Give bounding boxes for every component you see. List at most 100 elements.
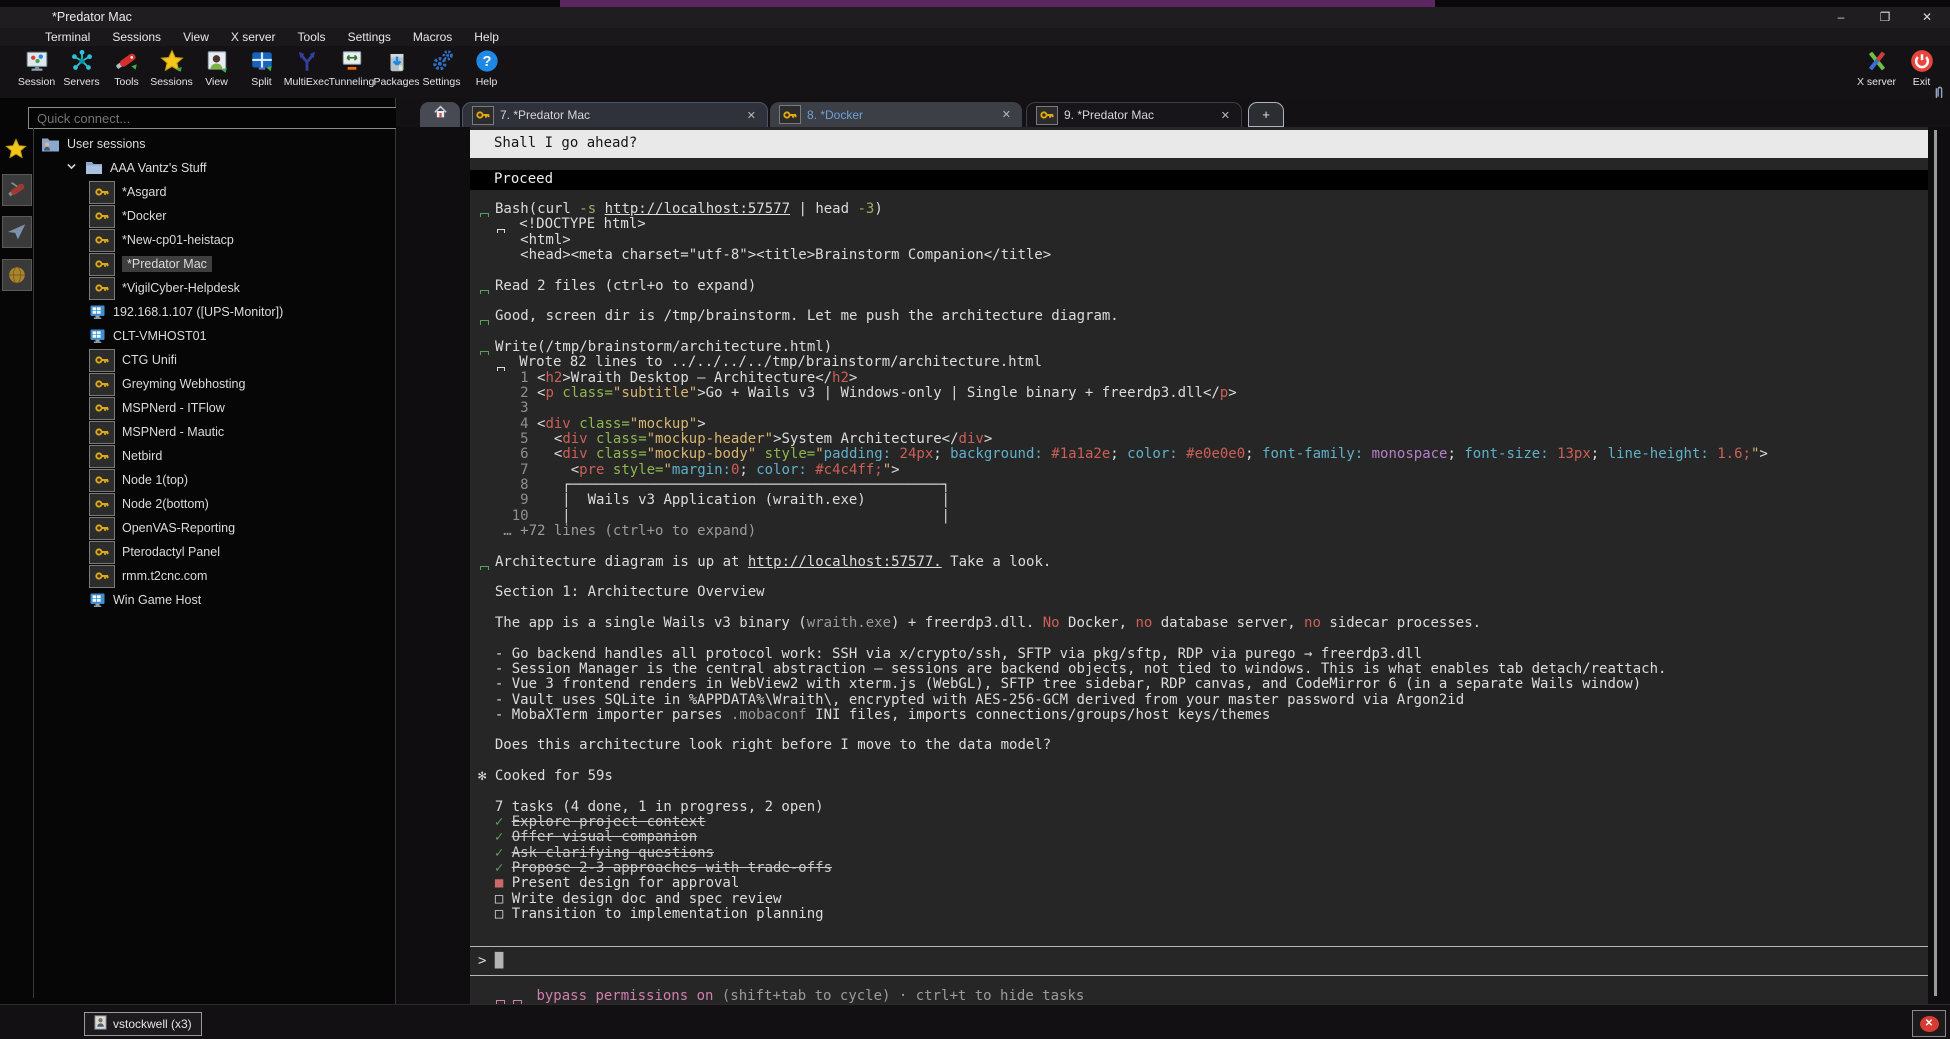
terminal-line: 5 <div class="mockup-header">System Arch… <box>478 432 1926 447</box>
tab-label: 7. *Predator Mac <box>500 108 739 122</box>
tab-7-predator-mac[interactable]: 7. *Predator Mac ✕ <box>462 102 768 127</box>
toolbar-help-button[interactable]: ?Help <box>464 47 509 95</box>
tree-item-clt-vmhost01[interactable]: CLT-VMHOST01 <box>89 324 207 348</box>
toolbar-label: Servers <box>63 76 99 88</box>
tab-new-button[interactable]: + <box>1248 102 1284 127</box>
ssh-key-icon <box>89 493 115 516</box>
tree-item-aaa-vantz-s-stuff[interactable]: AAA Vantz's Stuff <box>65 156 206 180</box>
minimize-button[interactable]: – <box>1820 7 1862 28</box>
tree-item-mspnerd-mautic[interactable]: MSPNerd - Mautic <box>89 420 224 444</box>
permission-question-row: Shall I go ahead? <box>470 130 1928 158</box>
toolbar-tools-button[interactable]: Tools <box>104 47 149 95</box>
close-button[interactable]: ✕ <box>1906 7 1948 28</box>
terminal[interactable]: Shall I go ahead?Proceed⏺Bash(curl -s ht… <box>470 127 1928 1004</box>
tree-item-openvas-reporting[interactable]: OpenVAS-Reporting <box>89 516 235 540</box>
tab-8-docker[interactable]: 8. *Docker✕ <box>770 102 1022 127</box>
menu-settings[interactable]: Settings <box>339 28 400 46</box>
split-icon <box>249 47 275 75</box>
terminal-line: □ Transition to implementation planning <box>478 907 1926 922</box>
terminal-blank-line <box>478 754 1926 769</box>
menu-view[interactable]: View <box>174 28 218 46</box>
tree-item-user-sessions[interactable]: User sessions <box>41 132 146 156</box>
tree-item--docker[interactable]: *Docker <box>89 204 166 228</box>
tree-item-pterodactyl-panel[interactable]: Pterodactyl Panel <box>89 540 220 564</box>
menu-terminal[interactable]: Terminal <box>36 28 99 46</box>
tree-item-label: Node 2(bottom) <box>122 497 209 511</box>
tunneling-icon <box>339 47 365 75</box>
session-icon <box>24 47 50 75</box>
chevron-down-icon[interactable] <box>65 160 78 176</box>
tree-item--asgard[interactable]: *Asgard <box>89 180 166 204</box>
toolbar-tunneling-button[interactable]: Tunneling <box>329 47 374 95</box>
prompt-input[interactable]: > █ <box>470 946 1928 976</box>
tab-close-icon[interactable]: ✕ <box>1219 109 1232 122</box>
tree-item-label: Netbird <box>122 449 162 463</box>
user-session-button[interactable]: vstockwell (x3) <box>84 1012 202 1036</box>
ssh-key-icon <box>89 445 115 468</box>
tree-item--predator-mac[interactable]: *Predator Mac <box>89 252 212 276</box>
tree-item-greyming-webhosting[interactable]: Greyming Webhosting <box>89 372 245 396</box>
toolbar-label: MultiExec <box>284 76 330 88</box>
proceed-option-row[interactable]: Proceed <box>470 170 1928 190</box>
tabbar: 7. *Predator Mac✕8. *Docker✕9. *Predator… <box>396 98 1950 127</box>
tree-item-label: Node 1(top) <box>122 473 188 487</box>
tree-item-mspnerd-itflow[interactable]: MSPNerd - ITFlow <box>89 396 225 420</box>
tab-close-icon[interactable]: ✕ <box>1000 108 1013 121</box>
tree-item-label: *VigilCyber-Helpdesk <box>122 281 240 295</box>
quick-connect-input[interactable] <box>28 107 398 129</box>
menu-macros[interactable]: Macros <box>404 28 461 46</box>
toolbar-label: Split <box>251 76 271 88</box>
terminal-line: ✓ Explore project context <box>478 815 1926 830</box>
toolbar-servers-button[interactable]: Servers <box>59 47 104 95</box>
tree-item-label: CTG Unifi <box>122 353 177 367</box>
maximize-button[interactable]: ❐ <box>1864 7 1906 28</box>
tree-item--vigilcyber-helpdesk[interactable]: *VigilCyber-Helpdesk <box>89 276 240 300</box>
statusbar: vstockwell (x3) ✕ <box>0 1004 1950 1039</box>
toolbar-x-server-button[interactable]: X server <box>1854 47 1899 95</box>
tree-item-rmm-t2cnc-com[interactable]: rmm.t2cnc.com <box>89 564 207 588</box>
terminal-outer: Shall I go ahead?Proceed⏺Bash(curl -s ht… <box>396 127 1950 1004</box>
sidebar-strip-star-button[interactable] <box>2 134 30 164</box>
menu-x-server[interactable]: X server <box>222 28 285 46</box>
menu-sessions[interactable]: Sessions <box>103 28 170 46</box>
terminal-line: 6 <div class="mockup-body" style="paddin… <box>478 447 1926 462</box>
folder-user-icon <box>41 137 60 152</box>
ssh-key-icon <box>89 229 115 252</box>
sidebar-strip-plane-button[interactable] <box>2 216 32 248</box>
tree-item-label: rmm.t2cnc.com <box>122 569 207 583</box>
toolbar-view-button[interactable]: View <box>194 47 239 95</box>
multiexec-icon <box>294 47 320 75</box>
toolbar-session-button[interactable]: Session <box>14 47 59 95</box>
menu-help[interactable]: Help <box>465 28 508 46</box>
terminal-blank-line <box>478 784 1926 799</box>
terminal-line: 10 │ │ <box>478 509 1926 524</box>
toolbar-sessions-button[interactable]: Sessions <box>149 47 194 95</box>
terminal-line: - Vault uses SQLite in %APPDATA%\Wraith\… <box>478 693 1926 708</box>
tree-item-node-2-bottom-[interactable]: Node 2(bottom) <box>89 492 209 516</box>
tree-item-win-game-host[interactable]: Win Game Host <box>89 588 201 612</box>
tree-item-netbird[interactable]: Netbird <box>89 444 162 468</box>
sidebar-strip-globe-button[interactable] <box>2 259 32 291</box>
toolbar-split-button[interactable]: Split <box>239 47 284 95</box>
tab-close-icon[interactable]: ✕ <box>745 109 758 122</box>
sidebar-strip-knife-button[interactable] <box>2 174 32 206</box>
terminal-line: ⎿ <!DOCTYPE html> <box>478 217 1926 232</box>
menu-tools[interactable]: Tools <box>289 28 335 46</box>
tree-item-192-168-1-107-ups-monitor-[interactable]: 192.168.1.107 ([UPS-Monitor]) <box>89 300 283 324</box>
statusbar-close-button[interactable]: ✕ <box>1912 1010 1946 1037</box>
terminal-line: ■ Present design for approval <box>478 876 1926 891</box>
tree-item--new-cp01-heistacp[interactable]: *New-cp01-heistacp <box>89 228 234 252</box>
terminal-scrollbar[interactable] <box>1934 130 1937 996</box>
tree-item-node-1-top-[interactable]: Node 1(top) <box>89 468 188 492</box>
tree-item-ctg-unifi[interactable]: CTG Unifi <box>89 348 177 372</box>
tab-home[interactable] <box>420 102 460 127</box>
toolbar-multiexec-button[interactable]: MultiExec <box>284 47 329 95</box>
rdp-icon <box>89 328 106 344</box>
tab-9-predator-mac[interactable]: 9. *Predator Mac✕ <box>1026 102 1242 127</box>
terminal-line: <head><meta charset="utf-8"><title>Brain… <box>478 248 1926 263</box>
toolbar-packages-button[interactable]: Packages <box>374 47 419 95</box>
sidebar-icon-strip <box>0 128 34 998</box>
toolbar-settings-button[interactable]: Settings <box>419 47 464 95</box>
terminal-line: ⎿ Wrote 82 lines to ../../../../tmp/brai… <box>478 355 1926 370</box>
packages-icon <box>384 47 410 75</box>
